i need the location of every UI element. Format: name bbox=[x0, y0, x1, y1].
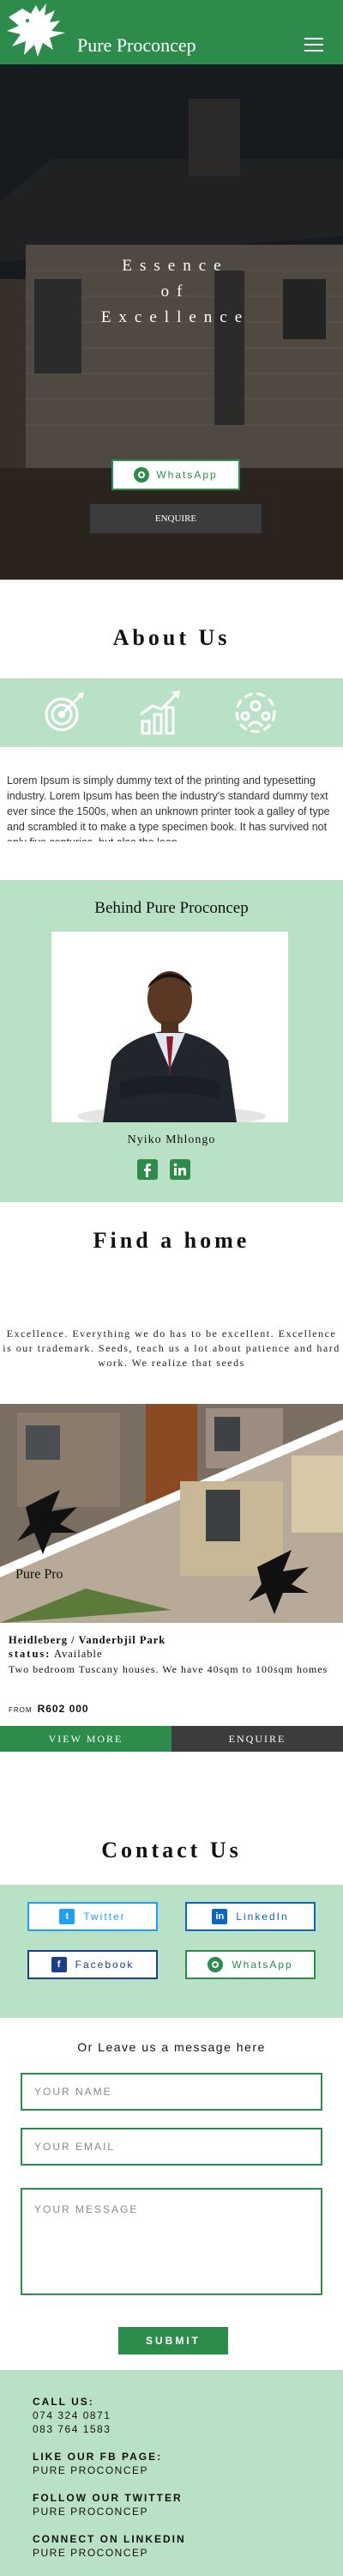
phone-number[interactable]: 083 764 1583 bbox=[33, 2423, 111, 2435]
facebook-button[interactable]: f Facebook bbox=[27, 1950, 158, 1979]
listing-title: Heidleberg / Vanderbjil Park bbox=[9, 1634, 166, 1646]
hero-enquire-button[interactable]: ENQUIRE bbox=[90, 504, 262, 533]
hero-whatsapp-button[interactable]: WhatsApp bbox=[111, 459, 240, 490]
fb-page-link[interactable]: PURE PROCONCEP bbox=[33, 2464, 148, 2476]
find-home-text: Excellence. Everything we do has to be e… bbox=[3, 1327, 340, 1369]
whatsapp-button-label: WhatsApp bbox=[232, 1959, 293, 1971]
find-home-title: Find a home bbox=[93, 1228, 250, 1253]
email-input[interactable] bbox=[21, 2128, 322, 2166]
form-heading: Or Leave us a message here bbox=[77, 2040, 266, 2054]
twitter-button[interactable]: t Twitter bbox=[27, 1902, 158, 1931]
linkedin-button[interactable]: in LinkedIn bbox=[185, 1902, 316, 1931]
site-footer: CALL US: 074 324 0871 083 764 1583 LIKE … bbox=[0, 2370, 343, 2576]
call-heading: CALL US: bbox=[33, 2396, 94, 2408]
hero-section: Essence of Excellence WhatsApp ENQUIRE bbox=[0, 64, 343, 580]
founder-name: Nyiko Mhlongo bbox=[127, 1133, 216, 1146]
name-input[interactable] bbox=[21, 2073, 322, 2111]
site-header: Pure Proconcep bbox=[0, 0, 343, 64]
behind-section: Behind Pure Proconcep Nyiko Mhlongo bbox=[0, 880, 343, 1202]
fb-heading: LIKE OUR FB PAGE: bbox=[33, 2451, 163, 2463]
price-prefix: FROM bbox=[9, 1706, 33, 1714]
about-title: About Us bbox=[112, 625, 231, 650]
facebook-button-label: Facebook bbox=[75, 1959, 135, 1971]
team-icon bbox=[235, 692, 276, 733]
linkedin-icon[interactable] bbox=[170, 1159, 190, 1180]
eagle-logo-icon[interactable] bbox=[5, 2, 74, 64]
whatsapp-icon bbox=[208, 1957, 224, 1972]
hero-title-line: of bbox=[160, 283, 190, 301]
listing-enquire-button[interactable]: ENQUIRE bbox=[172, 1726, 343, 1752]
founder-portrait-image bbox=[51, 932, 288, 1122]
twitter-icon: t bbox=[59, 1909, 75, 1924]
facebook-icon: f bbox=[51, 1957, 67, 1972]
listing-status-value: Available bbox=[53, 1648, 103, 1660]
listing-image[interactable]: Pure Pro bbox=[0, 1404, 343, 1623]
hero-title-line: Excellence bbox=[100, 308, 250, 326]
about-icons-strip bbox=[0, 678, 343, 747]
listing-house-photos bbox=[0, 1404, 343, 1623]
contact-title: Contact Us bbox=[101, 1838, 242, 1862]
submit-button[interactable]: SUBMIT bbox=[118, 2327, 228, 2354]
founder-photo bbox=[51, 932, 288, 1122]
about-text: Lorem Ipsum is simply dummy text of the … bbox=[7, 775, 330, 841]
listing-watermark: Pure Pro bbox=[15, 1567, 63, 1582]
view-more-button[interactable]: VIEW MORE bbox=[0, 1726, 172, 1752]
whatsapp-icon bbox=[134, 467, 150, 483]
facebook-icon[interactable] bbox=[137, 1159, 158, 1180]
behind-title: Behind Pure Proconcep bbox=[94, 899, 249, 917]
twitter-link[interactable]: PURE PROCONCEP bbox=[33, 2506, 148, 2518]
price-value: R602 000 bbox=[37, 1703, 89, 1715]
linkedin-button-label: LinkedIn bbox=[236, 1911, 289, 1923]
listing-status-label: status: bbox=[9, 1648, 51, 1660]
hero-title-line: Essence bbox=[122, 257, 229, 275]
growth-chart-icon bbox=[140, 690, 180, 735]
contact-buttons-strip: t Twitter in LinkedIn f Facebook WhatsAp… bbox=[0, 1885, 343, 2018]
listing-price: FROM R602 000 bbox=[9, 1703, 89, 1715]
whatsapp-button[interactable]: WhatsApp bbox=[185, 1950, 316, 1979]
listing-description: Two bedroom Tuscany houses. We have 40sq… bbox=[9, 1663, 328, 1675]
hero-whatsapp-label: WhatsApp bbox=[156, 469, 218, 481]
target-icon bbox=[45, 692, 84, 732]
brand-name[interactable]: Pure Proconcep bbox=[77, 34, 196, 57]
hero-title: Essence of Excellence bbox=[0, 253, 343, 331]
listing-status: status: Available bbox=[9, 1648, 103, 1661]
linkedin-icon: in bbox=[212, 1909, 228, 1924]
message-textarea[interactable] bbox=[21, 2188, 322, 2295]
twitter-button-label: Twitter bbox=[83, 1911, 126, 1923]
twitter-heading: FOLLOW OUR TWITTER bbox=[33, 2492, 183, 2504]
linkedin-link[interactable]: PURE PROCONCEP bbox=[33, 2547, 148, 2559]
hamburger-menu-icon[interactable] bbox=[304, 38, 323, 52]
linkedin-heading: CONNECT ON LINKEDIN bbox=[33, 2533, 186, 2545]
phone-number[interactable]: 074 324 0871 bbox=[33, 2409, 111, 2421]
